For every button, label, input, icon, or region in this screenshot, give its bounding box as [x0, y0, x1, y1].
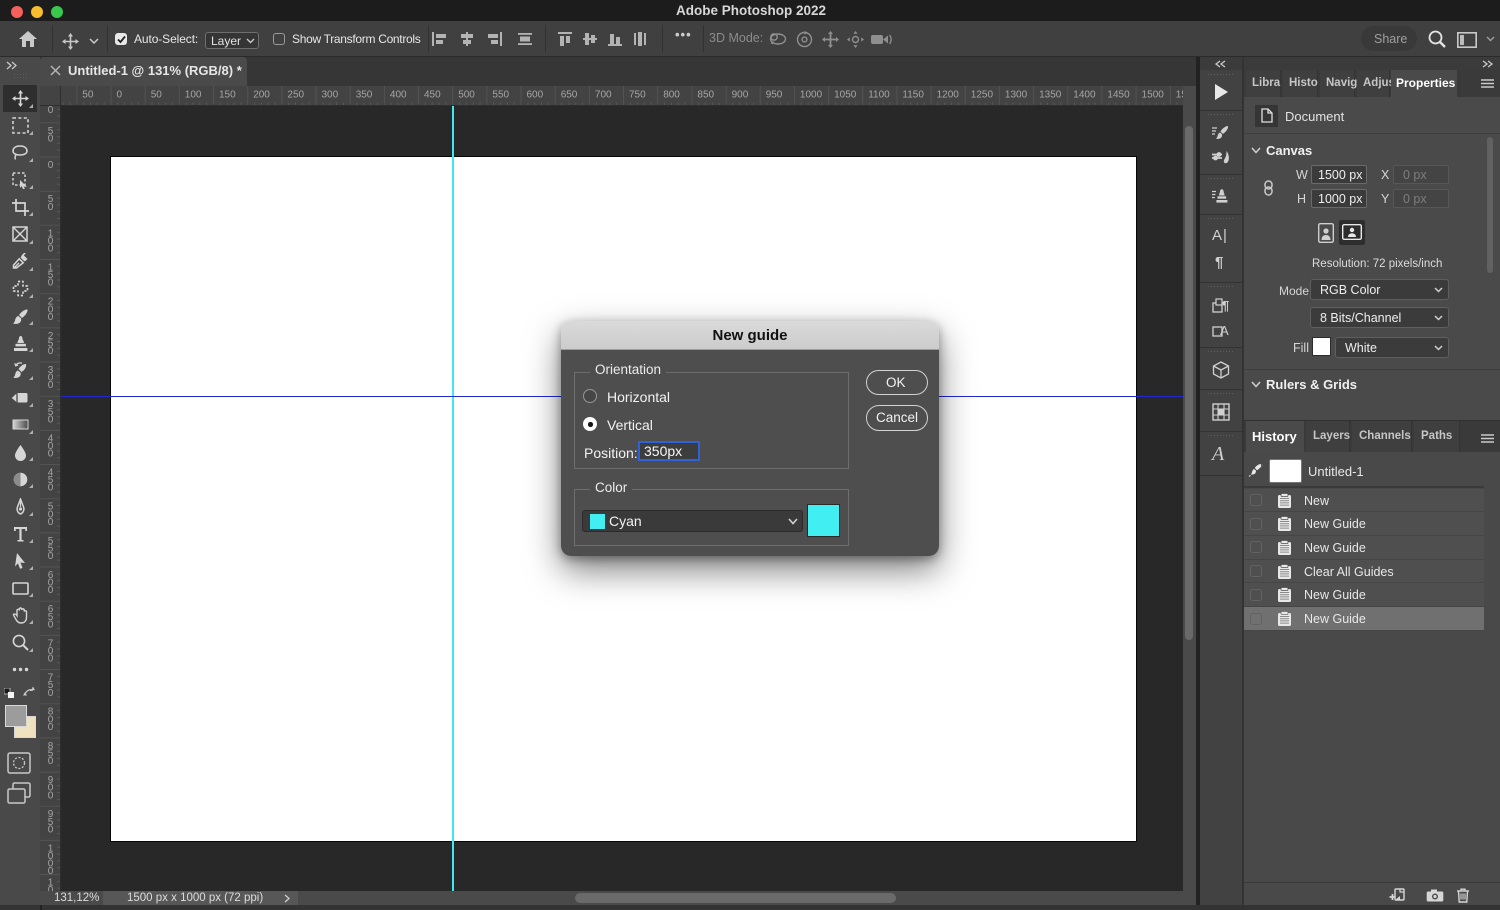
- svg-text:0: 0: [48, 449, 54, 460]
- svg-text:0: 0: [117, 90, 123, 101]
- svg-text:0: 0: [48, 824, 54, 835]
- svg-text:850: 850: [697, 90, 714, 101]
- svg-text:450: 450: [424, 90, 441, 101]
- svg-text:900: 900: [732, 90, 749, 101]
- svg-text:0: 0: [48, 133, 54, 144]
- svg-text:250: 250: [287, 90, 304, 101]
- svg-text:1350: 1350: [1039, 90, 1062, 101]
- svg-text:400: 400: [390, 90, 407, 101]
- svg-text:¶: ¶: [1222, 298, 1229, 313]
- svg-text:350: 350: [356, 90, 373, 101]
- svg-text:1550: 1550: [1176, 90, 1183, 101]
- svg-text:750: 750: [629, 90, 646, 101]
- svg-text:0: 0: [48, 585, 54, 596]
- svg-text:1000: 1000: [800, 90, 823, 101]
- svg-text:0: 0: [48, 756, 54, 767]
- svg-text:1300: 1300: [1005, 90, 1028, 101]
- svg-text:50: 50: [151, 90, 163, 101]
- svg-text:0: 0: [48, 202, 54, 213]
- svg-text:200: 200: [253, 90, 270, 101]
- svg-text:0: 0: [48, 866, 54, 877]
- svg-text:150: 150: [219, 90, 236, 101]
- svg-text:0: 0: [48, 244, 54, 255]
- svg-text:0: 0: [48, 346, 54, 357]
- svg-text:1400: 1400: [1073, 90, 1096, 101]
- svg-text:0: 0: [48, 688, 54, 699]
- svg-text:300: 300: [322, 90, 339, 101]
- svg-text:100: 100: [185, 90, 202, 101]
- svg-text:0: 0: [48, 106, 54, 116]
- svg-text:500: 500: [458, 90, 475, 101]
- svg-text:1500: 1500: [1142, 90, 1165, 101]
- svg-text:0: 0: [48, 517, 54, 528]
- svg-text:0: 0: [48, 160, 54, 171]
- svg-text:0: 0: [48, 380, 54, 391]
- svg-text:0: 0: [48, 619, 54, 630]
- svg-text:0: 0: [48, 414, 54, 425]
- svg-text:A: A: [1220, 323, 1229, 338]
- svg-text:1200: 1200: [937, 90, 960, 101]
- svg-text:600: 600: [527, 90, 544, 101]
- svg-text:700: 700: [595, 90, 612, 101]
- svg-text:0: 0: [48, 790, 54, 801]
- svg-text:1150: 1150: [902, 90, 924, 101]
- svg-text:0: 0: [48, 654, 54, 665]
- svg-text:550: 550: [492, 90, 509, 101]
- svg-text:650: 650: [561, 90, 578, 101]
- svg-text:950: 950: [766, 90, 783, 101]
- svg-text:1100: 1100: [868, 90, 890, 101]
- svg-text:0: 0: [48, 483, 54, 494]
- svg-text:50: 50: [82, 90, 94, 101]
- svg-text:800: 800: [663, 90, 680, 101]
- svg-text:0: 0: [48, 312, 54, 323]
- svg-text:1250: 1250: [971, 90, 994, 101]
- svg-text:1450: 1450: [1107, 90, 1130, 101]
- svg-text:0: 0: [48, 551, 54, 562]
- svg-text:1050: 1050: [834, 90, 857, 101]
- svg-text:0: 0: [48, 278, 54, 289]
- svg-text:0: 0: [48, 722, 54, 733]
